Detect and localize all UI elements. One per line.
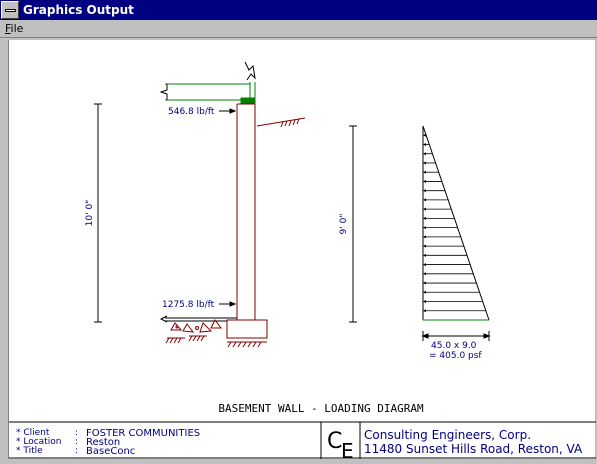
ground-hatch <box>165 117 306 348</box>
drawing-canvas: 546.8 lb/ft 1275.8 lb/ft 10' 0" 9' 0" 45… <box>8 40 596 463</box>
drawing-title: BASEMENT WALL - LOADING DIAGRAM <box>218 402 424 415</box>
title-block-colon-title: : <box>75 446 78 456</box>
logo-e: E <box>341 439 354 459</box>
bottom-load-label: 1275.8 lb/ft <box>162 300 215 310</box>
foundation-wall <box>236 103 256 320</box>
pressure-hypotenuse <box>422 125 490 321</box>
top-load-label: 546.8 lb/ft <box>168 107 215 117</box>
title-block-label-title: * Title <box>16 446 43 456</box>
joist-break-top <box>244 61 256 81</box>
gravel-fill <box>170 319 222 333</box>
loading-diagram-svg: 546.8 lb/ft 1275.8 lb/ft 10' 0" 9' 0" 45… <box>9 61 596 463</box>
company-name: Consulting Engineers, Corp. <box>364 428 531 442</box>
pressure-diagram <box>422 125 490 321</box>
wall-height-dimension <box>94 103 102 323</box>
graphics-output-window: Graphics Output File 546.8 lb/ft 1275.8 … <box>0 0 597 463</box>
soil-height-label: 9' 0" <box>339 214 349 235</box>
load-arrow-bottom <box>219 301 237 307</box>
pressure-result-label: = 405.0 psf <box>429 351 482 361</box>
load-arrow-top <box>219 108 237 114</box>
wall-height-label: 10' 0" <box>85 200 95 227</box>
joist-break-left <box>159 84 168 100</box>
menu-file[interactable]: File <box>0 22 28 35</box>
company-logo: C E <box>327 429 354 463</box>
soil-height-dimension <box>349 125 357 323</box>
company-address: 11480 Sunset Hills Road, Reston, VA <box>364 442 583 456</box>
window-title: Graphics Output <box>23 3 134 17</box>
title-bar[interactable]: Graphics Output <box>0 0 597 20</box>
footing <box>226 319 268 339</box>
system-menu-icon[interactable] <box>1 1 19 19</box>
pressure-width-dimension <box>421 331 491 341</box>
slab-break <box>159 315 168 323</box>
title-block-title-value: BaseConc <box>86 446 135 457</box>
pressure-calc-label: 45.0 x 9.0 <box>431 341 477 351</box>
menu-file-rest: ile <box>10 22 24 35</box>
menu-bar: File <box>0 20 597 38</box>
floor-joist <box>165 82 256 105</box>
